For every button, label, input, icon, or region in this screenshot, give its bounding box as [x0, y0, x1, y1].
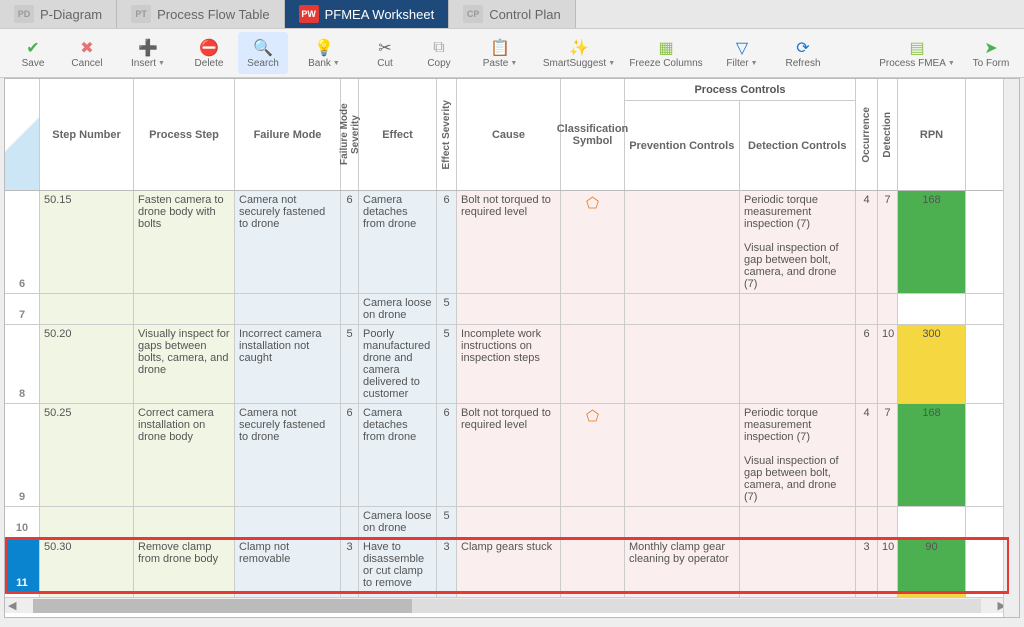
delete-button[interactable]: ⛔Delete	[184, 32, 234, 74]
tab-pt[interactable]: PTProcess Flow Table	[117, 0, 284, 28]
chevron-down-icon: ▼	[158, 60, 165, 67]
horizontal-scrollbar[interactable]: ◀ ▶	[5, 597, 1009, 613]
refresh-icon: ⟳	[796, 38, 809, 58]
document-icon: ▤	[909, 38, 924, 58]
col-occurrence[interactable]: Occurrence	[856, 79, 878, 190]
insert-button[interactable]: ➕Insert▼	[116, 32, 180, 74]
col-fm-severity[interactable]: Failure Mode Severity	[341, 79, 359, 190]
chevron-down-icon: ▼	[510, 60, 517, 67]
minus-icon: ⛔	[199, 38, 219, 58]
save-button[interactable]: ✔Save	[8, 32, 58, 74]
toolbar: ✔Save ✖Cancel ➕Insert▼ ⛔Delete 🔍Search 💡…	[0, 28, 1024, 78]
table-row[interactable]: 650.15Fasten camera to drone body with b…	[5, 191, 1009, 294]
table-row[interactable]: 1150.30Remove clamp from drone bodyClamp…	[5, 538, 1009, 593]
chevron-down-icon: ▼	[608, 60, 615, 67]
freeze-button[interactable]: ▦Freeze Columns	[626, 32, 706, 74]
tab-strip: PDP-DiagramPTProcess Flow TablePWPFMEA W…	[0, 0, 1024, 28]
refresh-button[interactable]: ⟳Refresh	[778, 32, 828, 74]
search-icon: 🔍	[253, 38, 273, 58]
clipboard-icon: 📋	[490, 38, 510, 58]
table-row[interactable]: 10Camera loose on drone5	[5, 507, 1009, 538]
sparkle-icon: ✨	[569, 38, 589, 58]
table-row[interactable]: 1250.35Return size 10 socket to tool dis…	[5, 593, 1009, 597]
tab-cp[interactable]: CPControl Plan	[449, 0, 576, 28]
tab-pw[interactable]: PWPFMEA Worksheet	[285, 0, 450, 28]
cut-button[interactable]: ✂Cut	[360, 32, 410, 74]
process-fmea-button[interactable]: ▤Process FMEA▼	[872, 32, 962, 74]
col-effect-severity[interactable]: Effect Severity	[437, 79, 457, 190]
col-detection[interactable]: Detection	[878, 79, 898, 190]
tab-icon: CP	[463, 5, 483, 23]
search-button[interactable]: 🔍Search	[238, 32, 288, 74]
col-process-controls: Process Controls Prevention Controls Det…	[625, 79, 856, 190]
chevron-down-icon: ▼	[751, 60, 758, 67]
table-row[interactable]: 7Camera loose on drone5	[5, 294, 1009, 325]
table-row[interactable]: 950.25Correct camera installation on dro…	[5, 404, 1009, 507]
scroll-left-icon[interactable]: ◀	[5, 599, 19, 612]
cancel-icon: ✖	[80, 38, 93, 58]
tab-icon: PD	[14, 5, 34, 23]
col-rpn[interactable]: RPN	[898, 79, 966, 190]
header-corner	[5, 79, 40, 190]
col-detection-controls[interactable]: Detection Controls	[740, 101, 856, 191]
tab-icon: PT	[131, 5, 151, 23]
col-process-step[interactable]: Process Step	[134, 79, 235, 190]
lightbulb-icon: 💡	[314, 38, 334, 58]
scissors-icon: ✂	[378, 38, 391, 58]
copy-button[interactable]: ⧉Copy	[414, 32, 464, 74]
col-failure-mode[interactable]: Failure Mode	[235, 79, 341, 190]
col-effect[interactable]: Effect	[359, 79, 437, 190]
arrow-right-icon: ➤	[984, 38, 997, 58]
chevron-down-icon: ▼	[333, 60, 340, 67]
copy-icon: ⧉	[433, 38, 444, 58]
col-step-number[interactable]: Step Number	[40, 79, 134, 190]
bank-button[interactable]: 💡Bank▼	[292, 32, 356, 74]
grid-icon: ▦	[658, 38, 673, 58]
paste-button[interactable]: 📋Paste▼	[468, 32, 532, 74]
vertical-scrollbar[interactable]	[1003, 79, 1019, 617]
check-icon: ✔	[26, 38, 39, 58]
col-cause[interactable]: Cause	[457, 79, 561, 190]
col-prevention[interactable]: Prevention Controls	[625, 101, 740, 191]
cancel-button[interactable]: ✖Cancel	[62, 32, 112, 74]
tab-pd[interactable]: PDP-Diagram	[0, 0, 117, 28]
tab-icon: PW	[299, 5, 319, 23]
column-header-row: Step Number Process Step Failure Mode Fa…	[5, 79, 1009, 191]
table-row[interactable]: 850.20Visually inspect for gaps between …	[5, 325, 1009, 404]
chevron-down-icon: ▼	[948, 60, 955, 67]
plus-icon: ➕	[138, 38, 158, 58]
filter-button[interactable]: ▽Filter▼	[710, 32, 774, 74]
worksheet-grid: Step Number Process Step Failure Mode Fa…	[4, 78, 1020, 618]
funnel-icon: ▽	[736, 38, 748, 58]
grid-body[interactable]: 650.15Fasten camera to drone body with b…	[5, 191, 1009, 597]
smartsuggest-button[interactable]: ✨SmartSuggest▼	[536, 32, 622, 74]
to-form-button[interactable]: ➤To Form	[966, 32, 1016, 74]
col-classification[interactable]: Classification Symbol	[561, 79, 625, 190]
